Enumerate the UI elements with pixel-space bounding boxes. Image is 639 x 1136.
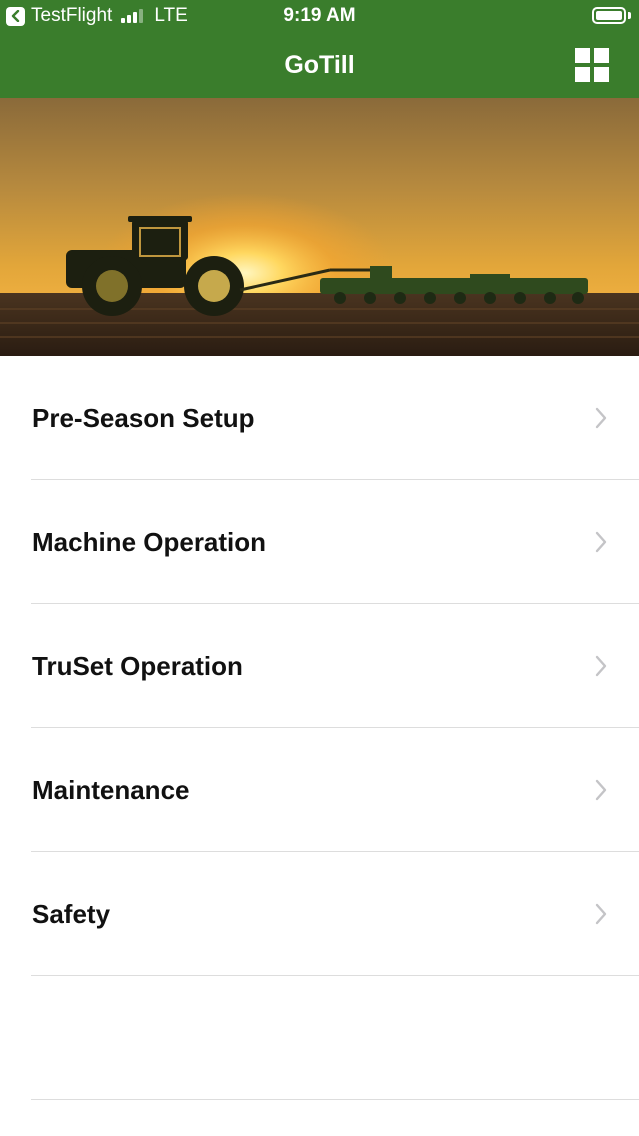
menu-item-label: Pre-Season Setup bbox=[32, 403, 255, 433]
menu-item-label: Maintenance bbox=[32, 775, 190, 805]
menu-item-machine-operation[interactable]: Machine Operation bbox=[0, 480, 639, 604]
menu-item-label: Machine Operation bbox=[32, 527, 267, 557]
chevron-right-icon bbox=[595, 531, 607, 553]
battery-tip bbox=[628, 12, 631, 19]
menu-list: Pre-Season Setup Machine Operation TruSe… bbox=[0, 356, 639, 1100]
tractor-sunset-photo bbox=[0, 98, 639, 356]
battery-level bbox=[596, 11, 622, 20]
menu-item-safety[interactable]: Safety bbox=[0, 852, 639, 976]
hero-image bbox=[0, 98, 639, 356]
battery-icon bbox=[592, 7, 626, 24]
chevron-right-icon bbox=[595, 903, 607, 925]
chevron-right-icon bbox=[595, 779, 607, 801]
status-bar: TestFlight LTE 9:19 AM bbox=[0, 0, 639, 34]
divider bbox=[31, 1099, 639, 1100]
status-time: 9:19 AM bbox=[283, 5, 356, 26]
menu-item-maintenance[interactable]: Maintenance bbox=[0, 728, 639, 852]
menu-item-label: TruSet Operation bbox=[32, 651, 243, 681]
chevron-right-icon bbox=[595, 655, 607, 677]
menu-item-truset-operation[interactable]: TruSet Operation bbox=[0, 604, 639, 728]
grid-icon[interactable] bbox=[575, 48, 609, 82]
page-title: GoTill bbox=[284, 51, 355, 79]
empty-row bbox=[0, 976, 639, 1100]
chevron-right-icon bbox=[595, 407, 607, 429]
menu-item-pre-season-setup[interactable]: Pre-Season Setup bbox=[0, 356, 639, 480]
menu-item-label: Safety bbox=[32, 899, 111, 929]
app-header: TestFlight LTE 9:19 AM GoTill bbox=[0, 0, 639, 98]
